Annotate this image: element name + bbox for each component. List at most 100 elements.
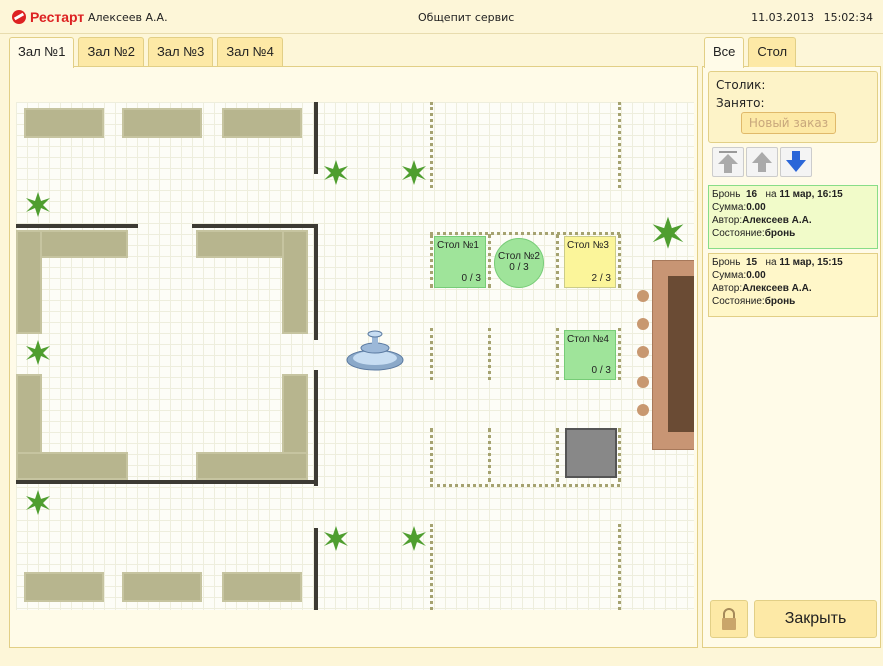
res-sum: Сумма:0.00 — [712, 269, 874, 282]
tab-hall-4[interactable]: Зал №4 — [217, 37, 283, 67]
author-label: Автор: — [712, 215, 743, 226]
res-number: 16 — [745, 189, 758, 200]
chain-barrier — [430, 328, 433, 380]
table-name: Стол №3 — [567, 240, 609, 251]
table-4[interactable]: Стол №4 0 / 3 — [564, 330, 616, 380]
sofa — [122, 108, 202, 138]
chain-barrier — [618, 328, 621, 380]
sofa — [222, 572, 302, 602]
arrow-up-icon — [752, 152, 772, 172]
state-label: Состояние: — [712, 228, 765, 239]
res-prefix: Бронь — [712, 257, 741, 268]
wall — [192, 224, 318, 228]
plant-icon — [26, 340, 50, 365]
sofa — [24, 572, 104, 602]
plant-icon — [324, 526, 348, 551]
reservation-card[interactable]: Бронь 16 на 11 мар, 16:15 Сумма:0.00 Авт… — [708, 185, 878, 249]
sofa — [122, 572, 202, 602]
author-value: Алексеев А.А. — [742, 283, 812, 294]
fountain-icon — [346, 330, 404, 371]
lock-icon — [722, 608, 736, 630]
wall — [16, 480, 318, 484]
res-on: на — [765, 189, 777, 200]
wall — [314, 370, 318, 486]
title-bar: Рестарт Алексеев А.А. Общепит сервис 11.… — [0, 0, 883, 34]
reservation-header: Бронь 15 на 11 мар, 15:15 — [712, 256, 874, 269]
res-state: Состояние:бронь — [712, 227, 874, 240]
corner-sofa — [282, 230, 308, 334]
chain-barrier — [488, 428, 491, 482]
tab-table[interactable]: Стол — [748, 37, 797, 67]
table-name: Стол №1 — [437, 240, 479, 251]
chain-barrier — [488, 328, 491, 380]
plant-icon — [26, 192, 50, 217]
brand-name: Рестарт — [30, 9, 85, 25]
chain-barrier — [430, 232, 620, 235]
chain-barrier — [430, 484, 620, 487]
state-value: бронь — [764, 296, 796, 307]
corner-sofa — [16, 452, 128, 480]
tab-all[interactable]: Все — [704, 37, 745, 68]
bar-stool — [637, 318, 649, 330]
chain-barrier — [430, 524, 433, 610]
chain-barrier — [430, 102, 433, 188]
wall — [314, 102, 318, 174]
chain-barrier — [556, 234, 559, 288]
wall — [314, 528, 318, 610]
date: 11.03.2013 — [751, 11, 815, 24]
logo-icon — [12, 10, 26, 24]
tab-hall-3[interactable]: Зал №3 — [147, 37, 214, 67]
sum-label: Сумма: — [712, 202, 747, 213]
res-state: Состояние:бронь — [712, 295, 874, 308]
res-sum: Сумма:0.00 — [712, 201, 874, 214]
table-info-box: Столик: Занято: Новый заказ — [708, 71, 878, 143]
app-title: Общепит сервис — [418, 11, 515, 24]
service-block — [565, 428, 617, 478]
scroll-up-button[interactable] — [746, 147, 778, 177]
reservation-header: Бронь 16 на 11 мар, 16:15 — [712, 188, 874, 201]
res-number: 15 — [745, 257, 758, 268]
chain-barrier — [430, 428, 433, 482]
sum-label: Сумма: — [712, 270, 747, 281]
scroll-down-button[interactable] — [780, 147, 812, 177]
filter-tabs: Все Стол — [704, 37, 797, 68]
new-order-button[interactable]: Новый заказ — [741, 112, 836, 134]
chain-barrier — [488, 234, 491, 288]
sofa — [24, 108, 104, 138]
table-name: Стол №2 — [498, 251, 540, 262]
chain-barrier — [618, 524, 621, 610]
wall — [16, 224, 138, 228]
table-2[interactable]: Стол №2 0 / 3 — [494, 238, 544, 288]
bar-stool — [637, 290, 649, 302]
corner-sofa — [196, 452, 308, 480]
res-author: Автор:Алексеев А.А. — [712, 282, 874, 295]
sum-value: 0.00 — [746, 202, 766, 213]
scroll-top-button[interactable] — [712, 147, 744, 177]
chain-barrier — [430, 234, 433, 288]
table-occupancy: 2 / 3 — [591, 273, 611, 284]
author-value: Алексеев А.А. — [742, 215, 812, 226]
tab-hall-1[interactable]: Зал №1 — [9, 37, 75, 68]
table-label: Столик: — [716, 78, 766, 92]
lock-button[interactable] — [710, 600, 748, 638]
bar-stool — [637, 376, 649, 388]
arrow-up-top-icon — [718, 151, 738, 173]
sum-value: 0.00 — [746, 270, 766, 281]
table-occupancy: 0 / 3 — [461, 273, 481, 284]
plant-icon — [402, 160, 426, 185]
res-time: 11 мар, 15:15 — [779, 257, 843, 268]
close-button[interactable]: Закрыть — [754, 600, 877, 638]
reservation-card[interactable]: Бронь 15 на 11 мар, 15:15 Сумма:0.00 Авт… — [708, 253, 878, 317]
table-3[interactable]: Стол №3 2 / 3 — [564, 236, 616, 288]
chain-barrier — [618, 234, 621, 288]
occupied-label: Занято: — [716, 96, 765, 110]
res-time: 11 мар, 16:15 — [779, 189, 843, 200]
res-on: на — [765, 257, 777, 268]
bar-stool — [637, 404, 649, 416]
wall — [314, 224, 318, 340]
plant-icon — [324, 160, 348, 185]
corner-sofa — [16, 230, 42, 334]
tab-hall-2[interactable]: Зал №2 — [78, 37, 144, 67]
table-1[interactable]: Стол №1 0 / 3 — [434, 236, 486, 288]
table-name: Стол №4 — [567, 334, 609, 345]
